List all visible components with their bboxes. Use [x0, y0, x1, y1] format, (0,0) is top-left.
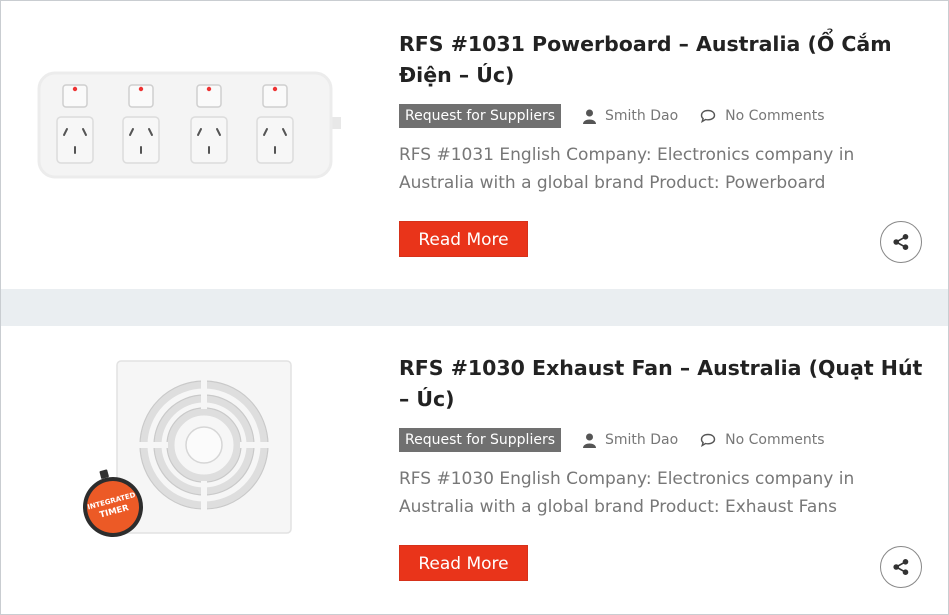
post-title[interactable]: RFS #1030 Exhaust Fan – Australia (Quạt … [399, 353, 929, 415]
post-card: INTEGRATED TIMER RFS #1030 Exhaust Fan –… [1, 326, 948, 614]
read-more-button[interactable]: Read More [399, 221, 528, 257]
comment-bubble-icon [700, 433, 716, 447]
comments-count: No Comments [725, 432, 825, 448]
post-thumbnail[interactable] [31, 51, 371, 251]
share-button[interactable] [880, 546, 922, 588]
category-tag[interactable]: Request for Suppliers [399, 104, 561, 128]
share-icon [893, 559, 909, 575]
read-more-button[interactable]: Read More [399, 545, 528, 581]
post-title[interactable]: RFS #1031 Powerboard – Australia (Ổ Cắm … [399, 29, 929, 91]
post-excerpt: RFS #1031 English Company: Electronics c… [399, 145, 855, 193]
author-name: Smith Dao [605, 432, 679, 448]
share-button[interactable] [880, 221, 922, 263]
comments-count: No Comments [725, 108, 825, 124]
post-excerpt: RFS #1030 English Company: Electronics c… [399, 469, 855, 517]
post-meta: Request for Suppliers Smith Dao No Comme… [399, 428, 825, 452]
post-comments[interactable]: No Comments [700, 108, 825, 124]
exhaust-fan-image: INTEGRATED TIMER [83, 360, 292, 537]
share-icon [893, 234, 909, 250]
post-author[interactable]: Smith Dao [583, 432, 678, 448]
powerboard-image [37, 71, 371, 179]
post-author[interactable]: Smith Dao [583, 108, 678, 124]
user-icon [583, 433, 596, 448]
comment-bubble-icon [700, 109, 716, 123]
post-thumbnail[interactable]: INTEGRATED TIMER [31, 351, 341, 551]
post-meta: Request for Suppliers Smith Dao No Comme… [399, 104, 825, 128]
category-tag[interactable]: Request for Suppliers [399, 428, 561, 452]
post-separator [1, 289, 948, 326]
post-card: RFS #1031 Powerboard – Australia (Ổ Cắm … [1, 1, 948, 289]
user-icon [583, 109, 596, 124]
author-name: Smith Dao [605, 108, 679, 124]
post-comments[interactable]: No Comments [700, 432, 825, 448]
